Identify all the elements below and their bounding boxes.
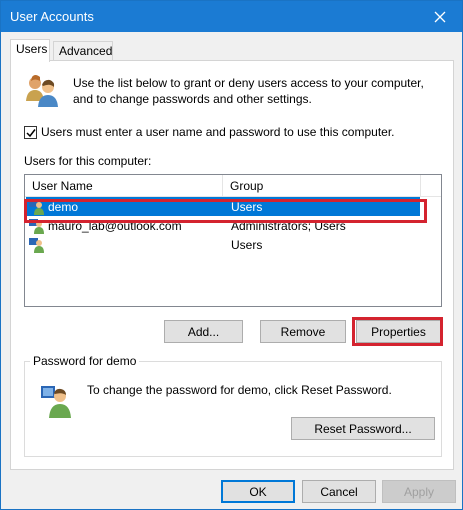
apply-button[interactable]: Apply (382, 480, 456, 503)
remove-button[interactable]: Remove (260, 320, 346, 343)
cancel-button[interactable]: Cancel (302, 480, 376, 503)
require-password-label: Users must enter a user name and passwor… (41, 125, 395, 139)
password-groupbox: Password for demo To change the password… (24, 354, 442, 457)
ok-button[interactable]: OK (221, 480, 295, 503)
user-name-cell: demo (48, 200, 79, 214)
add-button[interactable]: Add... (164, 320, 243, 343)
users-group-icon (26, 75, 58, 107)
intro-line-1: Use the list below to grant or deny user… (73, 76, 424, 90)
intro-text: Use the list below to grant or deny user… (73, 75, 433, 107)
tab-advanced[interactable]: Advanced (53, 41, 113, 61)
require-password-checkbox[interactable] (24, 125, 37, 139)
tab-users[interactable]: Users (10, 39, 50, 62)
user-icon (29, 219, 44, 234)
properties-button[interactable]: Properties (356, 320, 441, 343)
intro-line-2: and to change passwords and other settin… (73, 92, 312, 106)
user-group-cell: Administrators; Users (231, 219, 346, 233)
users-tab-panel: Use the list below to grant or deny user… (10, 60, 454, 470)
checkmark-icon (26, 128, 36, 137)
password-group-text: To change the password for demo, click R… (87, 383, 392, 397)
password-group-title: Password for demo (30, 354, 140, 368)
user-group-cell: Users (231, 238, 263, 252)
window-title: User Accounts (10, 9, 94, 24)
user-group-cell: Users (231, 200, 263, 214)
users-list[interactable]: User Name Group demo Users mauro_lab@out… (24, 174, 442, 307)
users-list-header: User Name Group (25, 175, 441, 197)
close-button[interactable] (418, 1, 462, 32)
title-bar: User Accounts (1, 1, 462, 32)
users-list-label: Users for this computer: (24, 154, 152, 168)
user-row-unnamed[interactable]: Users (26, 235, 420, 254)
user-accounts-window: User Accounts Users Advanced Use the lis… (0, 0, 463, 510)
user-icon (29, 200, 44, 215)
user-row-demo[interactable]: demo Users (26, 197, 420, 216)
column-user-name[interactable]: User Name (25, 175, 223, 197)
user-name-cell: mauro_lab@outlook.com (48, 219, 182, 233)
user-icon (29, 238, 44, 253)
user-key-icon (41, 386, 71, 418)
user-row-mauro[interactable]: mauro_lab@outlook.com Administrators; Us… (26, 216, 420, 235)
column-group[interactable]: Group (223, 175, 421, 197)
require-password-row: Users must enter a user name and passwor… (24, 125, 395, 139)
close-icon (434, 11, 446, 22)
reset-password-button[interactable]: Reset Password... (291, 417, 435, 440)
